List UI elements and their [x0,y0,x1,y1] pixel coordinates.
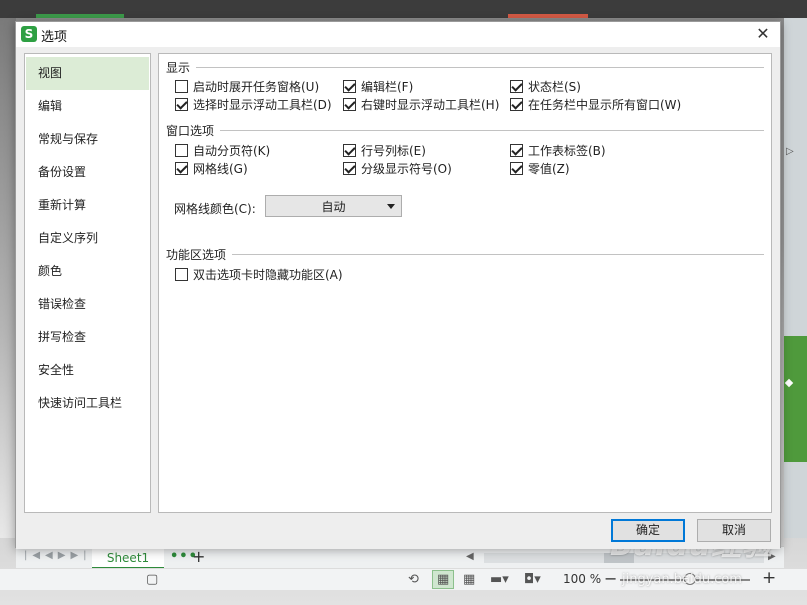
options-category-list: 视图 编辑 常规与保存 备份设置 重新计算 自定义序列 颜色 错误检查 拼写检查… [24,53,151,513]
option-label: 网格线(G) [193,162,248,176]
zoom-level[interactable]: 100 % [563,572,601,586]
option-float-toolbar-on-select[interactable]: 选择时显示浮动工具栏(D) [175,96,332,113]
option-label: 自动分页符(K) [193,144,271,158]
option-label: 双击选项卡时隐藏功能区(A) [193,268,343,282]
side-panel-glyph: ▷ [786,146,794,157]
sidebar-item-custom-lists[interactable]: 自定义序列 [26,222,149,255]
section-display-header: 显示 [166,59,765,76]
checkbox[interactable] [510,98,523,111]
sheet-tab-sheet1[interactable]: Sheet1 [92,547,164,569]
option-show-all-windows-taskbar[interactable]: 在任务栏中显示所有窗口(W) [510,96,681,113]
cancel-button[interactable]: 取消 [697,519,771,542]
option-label: 工作表标签(B) [528,144,606,158]
background-left-strip [0,18,16,538]
grid-view-icon: ▦ [437,572,450,587]
sidebar-item-error-checking[interactable]: 错误检查 [26,288,149,321]
checkbox[interactable] [175,162,188,175]
section-display-title: 显示 [166,61,191,75]
page-break-icon[interactable]: ▬▾ [490,572,509,587]
section-divider [232,254,765,255]
tab-accent-red [508,14,588,18]
sidebar-item-quick-access[interactable]: 快速访问工具栏 [26,387,149,420]
checkbox[interactable] [343,162,356,175]
scroll-left-icon[interactable]: ◀ [466,551,474,562]
checkbox[interactable] [175,80,188,93]
section-window-header: 窗口选项 [166,122,765,139]
close-button[interactable]: ✕ [752,23,774,45]
sidebar-item-spelling[interactable]: 拼写检查 [26,321,149,354]
option-label: 分级显示符号(O) [361,162,452,176]
sidebar-item-view[interactable]: 视图 [26,57,149,90]
option-gridlines[interactable]: 网格线(G) [175,160,248,177]
sidebar-item-backup[interactable]: 备份设置 [26,156,149,189]
option-hide-ribbon-double-click[interactable]: 双击选项卡时隐藏功能区(A) [175,266,343,283]
sheet-nav-arrows-icon[interactable]: |◀◀▶▶| [24,550,92,561]
sidebar-item-general-save[interactable]: 常规与保存 [26,123,149,156]
option-label: 启动时展开任务窗格(U) [193,80,320,94]
option-auto-page-break[interactable]: 自动分页符(K) [175,142,270,159]
section-window-title: 窗口选项 [166,124,215,138]
gridline-color-value: 自动 [321,199,346,214]
checkbox[interactable] [175,268,188,281]
option-label: 状态栏(S) [528,80,581,94]
sidebar-item-security[interactable]: 安全性 [26,354,149,387]
checkbox[interactable] [510,162,523,175]
option-zero-values[interactable]: 零值(Z) [510,160,570,177]
zoom-out-button[interactable]: − [604,569,617,588]
wps-sheet-logo-icon: S [21,26,37,42]
reading-mode-icon[interactable]: ◘▾ [524,572,541,587]
sidebar-item-edit[interactable]: 编辑 [26,90,149,123]
add-sheet-button[interactable]: + [192,547,205,566]
option-label: 编辑栏(F) [361,80,414,94]
option-label: 在任务栏中显示所有窗口(W) [528,98,682,112]
checkbox[interactable] [510,80,523,93]
option-row-column-headers[interactable]: 行号列标(E) [343,142,426,159]
section-ribbon-title: 功能区选项 [166,248,227,262]
sidebar-item-color[interactable]: 颜色 [26,255,149,288]
checkbox[interactable] [343,80,356,93]
checkbox[interactable] [343,98,356,111]
dialog-titlebar[interactable]: S 选项 ✕ [16,22,780,47]
option-label: 零值(Z) [528,162,570,176]
sidebar-item-recalculate[interactable]: 重新计算 [26,189,149,222]
checkbox[interactable] [175,144,188,157]
checkbox[interactable] [510,144,523,157]
option-label: 右键时显示浮动工具栏(H) [361,98,500,112]
option-status-bar[interactable]: 状态栏(S) [510,78,581,95]
option-formula-bar[interactable]: 编辑栏(F) [343,78,413,95]
watermark-url: jingyan.baidu.com [622,572,742,587]
page-layout-icon[interactable]: ▦ [463,572,475,587]
option-expand-task-pane[interactable]: 启动时展开任务窗格(U) [175,78,319,95]
section-divider [220,130,765,131]
history-icon[interactable]: ⟲ [408,572,419,587]
option-sheet-tabs[interactable]: 工作表标签(B) [510,142,606,159]
section-ribbon-header: 功能区选项 [166,246,765,263]
gridline-color-label: 网格线颜色(C): [174,202,256,216]
option-label: 行号列标(E) [361,144,426,158]
dialog-body: 视图 编辑 常规与保存 备份设置 重新计算 自定义序列 颜色 错误检查 拼写检查… [16,47,780,549]
checkbox[interactable] [343,144,356,157]
section-divider [196,67,765,68]
macro-record-icon[interactable]: ▢ [146,572,158,587]
tab-accent-green [36,14,124,18]
dialog-title: 选项 [41,30,68,45]
gridline-color-dropdown[interactable]: 自动 [265,195,402,217]
side-panel-toggle[interactable] [784,336,807,462]
zoom-in-button[interactable]: + [762,568,776,588]
option-label: 选择时显示浮动工具栏(D) [193,98,332,112]
option-outline-symbols[interactable]: 分级显示符号(O) [343,160,452,177]
ok-button[interactable]: 确定 [611,519,685,542]
checkbox[interactable] [175,98,188,111]
option-float-toolbar-on-right-click[interactable]: 右键时显示浮动工具栏(H) [343,96,499,113]
options-content-panel: 显示 启动时展开任务窗格(U) 编辑栏(F) 状态栏(S) 选择时显示浮动工具栏… [158,53,772,513]
chevron-down-icon [387,204,395,209]
options-dialog: S 选项 ✕ 视图 编辑 常规与保存 备份设置 重新计算 自定义序列 颜色 错误… [15,21,781,549]
